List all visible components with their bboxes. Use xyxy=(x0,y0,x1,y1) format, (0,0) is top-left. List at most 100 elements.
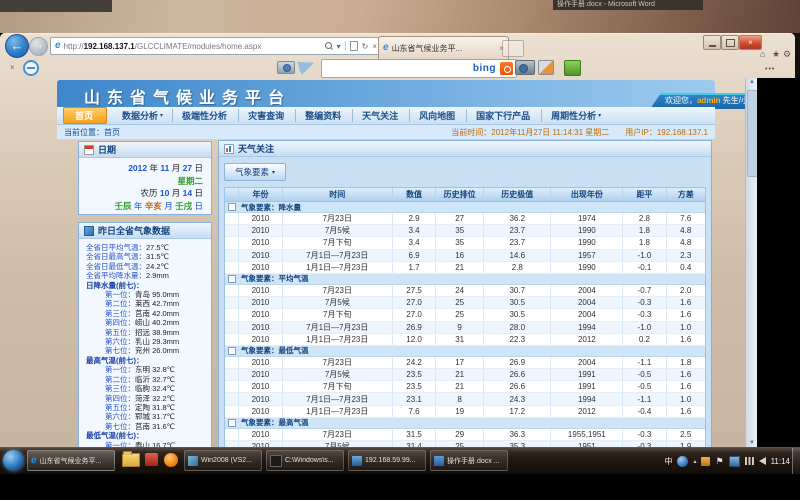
maximize-button[interactable] xyxy=(721,35,739,50)
checkbox[interactable] xyxy=(228,275,236,283)
share-tool-icon[interactable] xyxy=(564,60,581,76)
cell-time: 7月23日 xyxy=(283,213,393,224)
nav-item[interactable]: 极端性分析 xyxy=(172,109,238,122)
group-title: 气象要素：最高气温 xyxy=(241,417,309,428)
table-row[interactable]: 2010 7月23日 24.2 17 26.9 2004 -1.1 xyxy=(225,357,705,369)
taskbar-button[interactable]: 192.168.59.99... xyxy=(348,450,426,471)
cell-anomaly: -1.1 xyxy=(623,357,666,368)
chevron-down-icon[interactable]: ▾ xyxy=(337,42,341,51)
table-row[interactable]: 2010 7月23日 27.5 24 30.7 2004 -0.7 xyxy=(225,285,705,297)
table-row[interactable]: 2010 7月23日 31.5 29 36.3 1955,1951 -0.3 xyxy=(225,429,705,441)
speaker-icon[interactable] xyxy=(759,457,766,465)
action-center-flag-icon[interactable]: ⚑ xyxy=(715,457,723,466)
security-tray-icon[interactable] xyxy=(701,457,710,466)
back-button[interactable]: ← xyxy=(5,34,29,58)
group-rows: 2010 7月23日 2.9 27 36.2 1974 2.8 xyxy=(225,213,705,274)
address-bar[interactable]: e http://192.168.137.1/GLCCLIMATE/module… xyxy=(50,37,382,55)
nav-item[interactable]: 灾害查询 xyxy=(238,109,295,122)
table-row[interactable]: 2010 7月5候 23.5 21 26.6 1991 -0.5 xyxy=(225,369,705,381)
checkbox[interactable] xyxy=(228,203,236,211)
cell-extreme: 28.0 xyxy=(484,322,551,333)
table-row[interactable]: 2010 7月下旬 3.4 35 23.7 1990 1.8 4 xyxy=(225,237,705,249)
vertical-scrollbar[interactable]: ▲ ▼ xyxy=(745,78,757,447)
network-icon[interactable] xyxy=(745,457,754,465)
element-dropdown-button[interactable]: 气象要素 ▾ xyxy=(224,163,286,181)
scroll-up-icon[interactable]: ▲ xyxy=(746,79,757,85)
taskbar-button[interactable]: C:\Windows\s... xyxy=(266,450,344,471)
scroll-down-icon[interactable]: ▼ xyxy=(746,440,757,446)
overflow-dots-icon[interactable]: ••• xyxy=(765,66,775,73)
bing-search-input[interactable]: bing xyxy=(321,59,517,78)
send-icon[interactable] xyxy=(297,57,317,75)
start-button[interactable] xyxy=(3,450,24,471)
table-row[interactable]: 2010 7月下旬 27.0 25 30.5 2004 -0.3 xyxy=(225,309,705,321)
screen-capture-icon[interactable] xyxy=(515,60,535,75)
camera-icon[interactable] xyxy=(277,61,295,74)
row-checkbox-cell xyxy=(225,381,239,392)
search-icon[interactable] xyxy=(325,42,333,50)
taskbar-button[interactable]: 操作手册.docx ... xyxy=(430,450,508,471)
group-header-row[interactable]: 气象要素：最低气温 xyxy=(225,346,705,357)
stop-icon[interactable]: × xyxy=(372,42,377,51)
ime-icon[interactable] xyxy=(677,456,688,467)
edit-tool-icon[interactable] xyxy=(538,60,554,75)
cell-extreme-year: 1974 xyxy=(551,213,623,224)
header-checkbox-cell xyxy=(225,188,239,201)
show-desktop-button[interactable] xyxy=(792,448,800,474)
table-row[interactable]: 2010 7月5候 3.4 35 23.7 1990 1.8 4 xyxy=(225,225,705,237)
nav-item[interactable]: 国家下行产品 xyxy=(466,109,541,122)
home-icon[interactable]: ⌂ xyxy=(760,49,765,59)
minimize-button[interactable] xyxy=(703,35,721,50)
group-header-row[interactable]: 气象要素：降水量 xyxy=(225,202,705,213)
table-row[interactable]: 2010 1月1日—7月23日 12.0 31 22.3 2012 0.2 xyxy=(225,334,705,346)
display-tray-icon[interactable] xyxy=(729,456,740,467)
table-row[interactable]: 2010 7月1日—7月23日 6.9 16 14.6 1957 -1.0 xyxy=(225,250,705,262)
table-row[interactable]: 2010 1月1日—7月23日 1.7 21 2.8 1990 -0.1 xyxy=(225,262,705,274)
forward-button[interactable]: → xyxy=(29,37,48,56)
language-indicator[interactable]: 中 xyxy=(664,456,672,467)
gear-icon[interactable]: ⚙ xyxy=(783,49,791,60)
nav-item[interactable]: 数据分析 ▾ xyxy=(113,109,172,122)
checkbox[interactable] xyxy=(228,347,236,355)
pinned-app-icon[interactable] xyxy=(145,453,158,466)
explorer-folder-icon[interactable] xyxy=(122,453,140,467)
checkbox[interactable] xyxy=(228,419,236,427)
compatibility-view-icon[interactable] xyxy=(350,41,358,51)
cell-rank: 24 xyxy=(436,285,484,296)
cell-extreme: 26.6 xyxy=(484,369,551,380)
show-hidden-icons-icon[interactable]: ▴ xyxy=(693,458,696,465)
nav-item[interactable]: 天气关注 xyxy=(352,109,409,122)
scrollbar-thumb[interactable] xyxy=(747,90,757,177)
toolbar-logo-icon[interactable] xyxy=(23,60,39,76)
nav-item[interactable]: 风向地图 xyxy=(409,109,466,122)
rank-line: 第三位：莒南 42.0mm xyxy=(79,309,211,318)
cell-variance: 1.6 xyxy=(667,309,705,320)
taskbar-button[interactable]: Win2008 (VS2... xyxy=(184,450,262,471)
url-text[interactable]: http://192.168.137.1/GLCCLIMATE/modules/… xyxy=(64,42,322,51)
table-row[interactable]: 2010 1月1日—7月23日 7.6 19 17.2 2012 -0.4 xyxy=(225,406,705,418)
favorites-star-icon[interactable]: ★ xyxy=(772,49,780,60)
table-row[interactable]: 2010 7月1日—7月23日 23.1 8 24.3 1994 -1.1 xyxy=(225,393,705,405)
group-header-row[interactable]: 气象要素：平均气温 xyxy=(225,274,705,285)
bing-search-button[interactable] xyxy=(500,62,513,75)
cell-extreme-year: 1994 xyxy=(551,322,623,333)
media-player-icon[interactable] xyxy=(164,453,178,467)
table-row[interactable]: 2010 7月5候 27.0 25 30.5 2004 -0.3 xyxy=(225,297,705,309)
table-row[interactable]: 2010 7月1日—7月23日 26.9 9 28.0 1994 -1.0 xyxy=(225,322,705,334)
cell-extreme-year: 1990 xyxy=(551,225,623,236)
nav-item[interactable]: 首页 xyxy=(63,107,107,124)
close-window-button[interactable]: × xyxy=(739,35,762,50)
toolbar-close-icon[interactable]: × xyxy=(10,63,15,72)
cell-extreme: 30.7 xyxy=(484,285,551,296)
taskbar-active-task[interactable]: e 山东省气候业务平... xyxy=(27,450,115,471)
table-row[interactable]: 2010 7月下旬 23.5 21 26.6 1991 -0.5 xyxy=(225,381,705,393)
nav-item[interactable]: 周期性分析 ▾ xyxy=(541,109,610,122)
browser-tab[interactable]: e 山东省气候业务平... × xyxy=(378,36,509,59)
table-row[interactable]: 2010 7月23日 2.9 27 36.2 1974 2.8 xyxy=(225,213,705,225)
refresh-icon[interactable]: ↻ xyxy=(362,42,369,51)
column-header: 出现年份 xyxy=(551,188,623,201)
nav-item[interactable]: 整编资料 xyxy=(295,109,352,122)
new-tab-button[interactable] xyxy=(502,40,524,57)
group-header-row[interactable]: 气象要素：最高气温 xyxy=(225,418,705,429)
clock[interactable]: 11:14 xyxy=(771,457,790,466)
